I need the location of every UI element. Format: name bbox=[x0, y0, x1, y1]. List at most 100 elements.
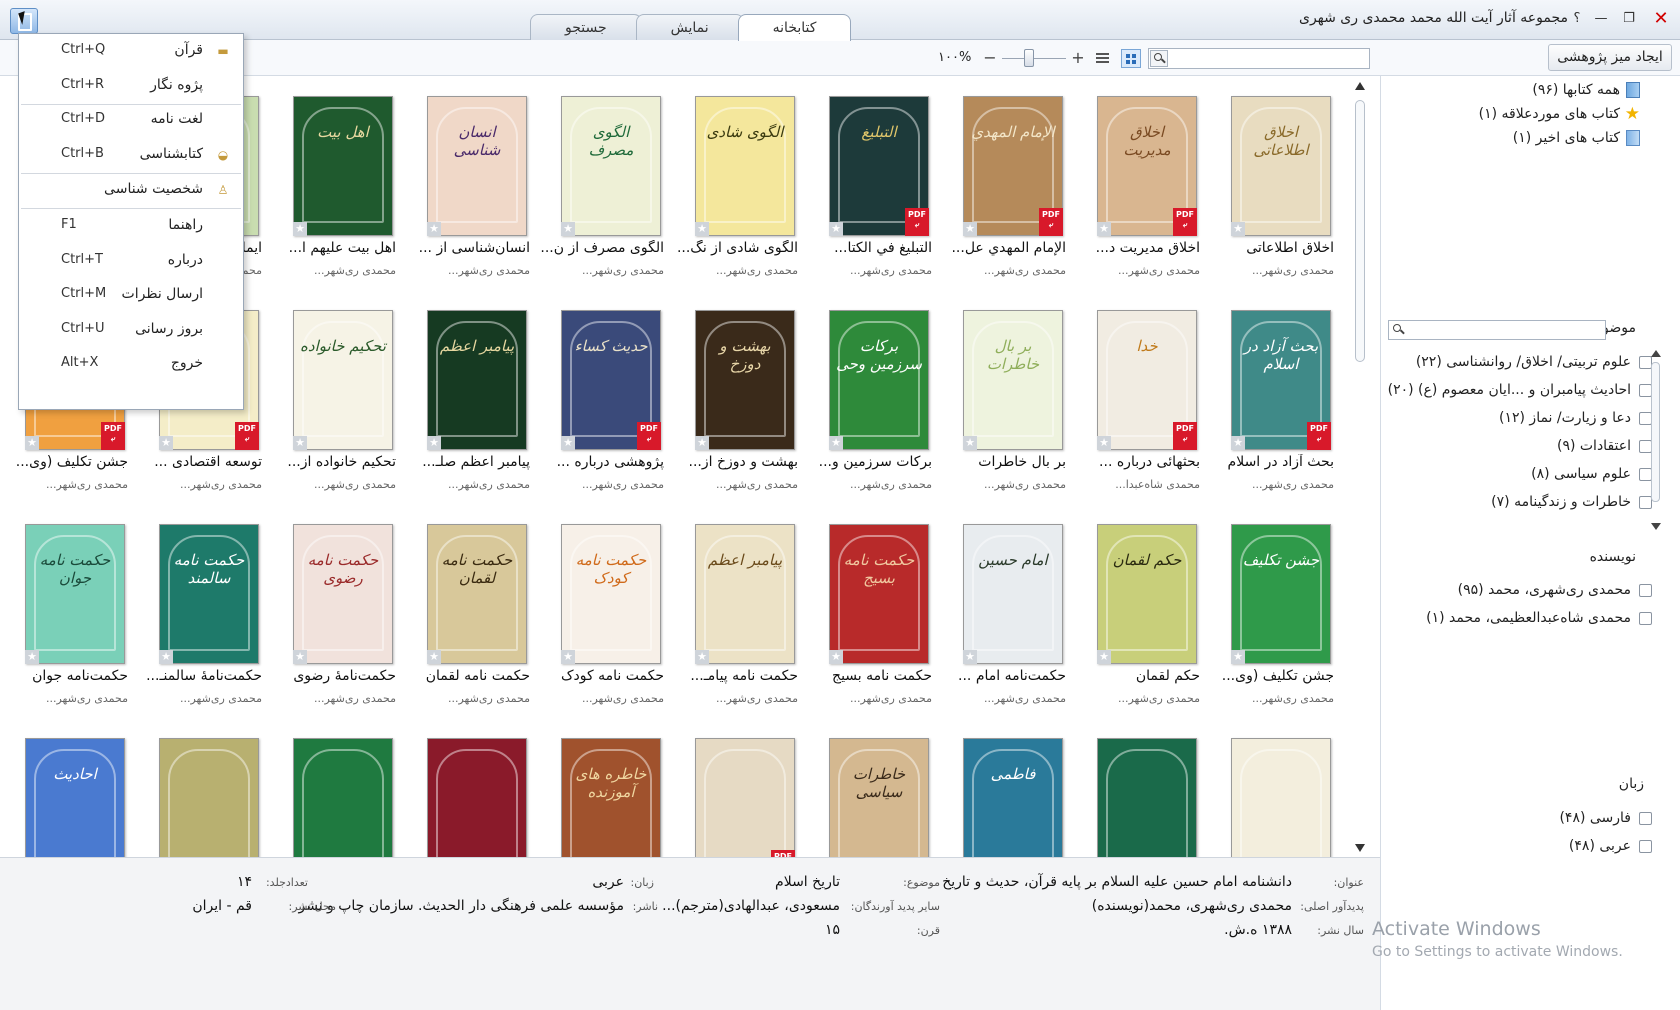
favorite-star-icon[interactable]: ★ bbox=[963, 436, 977, 450]
book-cover[interactable] bbox=[293, 738, 393, 857]
favorite-star-icon[interactable]: ★ bbox=[159, 650, 173, 664]
book-item[interactable]: برکات سرزمین وحی ★ برکات سرزمین و... محمدی … bbox=[808, 290, 938, 500]
favorite-star-icon[interactable]: ★ bbox=[963, 222, 977, 236]
favorite-star-icon[interactable]: ★ bbox=[159, 436, 173, 450]
book-cover[interactable] bbox=[695, 738, 795, 857]
book-item[interactable] bbox=[1210, 718, 1340, 857]
favorite-star-icon[interactable]: ★ bbox=[561, 650, 575, 664]
scroll-thumb[interactable] bbox=[1651, 362, 1660, 502]
book-item[interactable]: فاطمی bbox=[942, 718, 1072, 857]
sidebar-item-recent[interactable]: کتاب های اخیر (۱) bbox=[1513, 130, 1640, 146]
book-cover[interactable]: حکمت نامه لقمان bbox=[427, 524, 527, 664]
book-cover[interactable]: حکمت نامه سالمند bbox=[159, 524, 259, 664]
menu-item[interactable]: شخصیت شناسی ♙ bbox=[19, 173, 243, 207]
favorite-star-icon[interactable]: ★ bbox=[293, 222, 307, 236]
checkbox[interactable] bbox=[1639, 611, 1652, 625]
book-cover[interactable]: جشن تکلیف bbox=[1231, 524, 1331, 664]
subject-filter-item[interactable]: علوم سیاسی (۸) bbox=[1531, 466, 1652, 482]
grid-scrollbar[interactable] bbox=[1353, 78, 1367, 856]
book-item[interactable]: الگوی مصرف ★ الگوی مصرف از ن... محمدی ری‌شه… bbox=[540, 76, 670, 286]
sidebar-item-all-books[interactable]: همه کتابها (۹۶) bbox=[1532, 82, 1640, 98]
zoom-in-button[interactable]: + bbox=[1070, 49, 1086, 67]
book-item[interactable]: الگوی شادی ★ الگوی شادی از نگ... محمدی ری‌ش… bbox=[674, 76, 804, 286]
menu-item[interactable]: پژوه نگار Ctrl+R bbox=[19, 69, 243, 103]
menu-item[interactable]: بروز رسانی Ctrl+U bbox=[19, 313, 243, 347]
book-item[interactable]: حکمت نامه جوان ★ حکمت‌نامه جوان محمدی ری‌شه… bbox=[4, 504, 134, 714]
book-cover[interactable]: حکم لقمان bbox=[1097, 524, 1197, 664]
book-item[interactable]: پیامبر اعظم ★ پیامبر اعظم صلـ... محمدی ری‌ش… bbox=[406, 290, 536, 500]
favorite-star-icon[interactable]: ★ bbox=[1231, 436, 1245, 450]
book-item[interactable]: حکمت نامه رضوی ★ حکمت‌نامهٔ رضوی محمدی ری‌ش… bbox=[272, 504, 402, 714]
book-cover[interactable]: حکمت نامه رضوی bbox=[293, 524, 393, 664]
scroll-up-icon[interactable] bbox=[1355, 82, 1365, 90]
zoom-slider-track[interactable] bbox=[1002, 58, 1066, 59]
book-cover[interactable]: بهشت و دوزخ bbox=[695, 310, 795, 450]
book-item[interactable] bbox=[1076, 718, 1206, 857]
subject-scrollbar[interactable] bbox=[1650, 350, 1662, 530]
favorite-star-icon[interactable]: ★ bbox=[829, 222, 843, 236]
subject-filter-item[interactable]: علوم تربیتی/ اخلاق/ روانشناسی (۲۲) bbox=[1416, 354, 1652, 370]
book-cover[interactable]: اهل بیت bbox=[293, 96, 393, 236]
book-item[interactable]: بر بال خاطرات ★ بر بال خاطرات محمدی ری‌شهر.… bbox=[942, 290, 1072, 500]
tab-display[interactable]: نمایش bbox=[635, 14, 744, 40]
create-research-desk-button[interactable]: ایجاد میز پژوهشی bbox=[1548, 44, 1672, 71]
favorite-star-icon[interactable]: ★ bbox=[561, 436, 575, 450]
grid-view-icon[interactable] bbox=[1121, 49, 1141, 68]
checkbox[interactable] bbox=[1639, 839, 1652, 853]
book-cover[interactable]: برکات سرزمین وحی bbox=[829, 310, 929, 450]
author-filter-item[interactable]: محمدی شاه‌عبدالعظیمی، محمد (۱) bbox=[1426, 610, 1652, 626]
book-item[interactable]: حکمت نامه کودک ★ حکمت نامه کودک محمدی ری‌شه… bbox=[540, 504, 670, 714]
book-cover[interactable]: اخلاق اطلاعاتی bbox=[1231, 96, 1331, 236]
book-item[interactable] bbox=[138, 718, 268, 857]
menu-item[interactable]: راهنما F1 bbox=[19, 209, 243, 243]
subject-filter-item[interactable]: احادیث پیامبران و ...ایان معصوم (ع) (۲۰) bbox=[1388, 382, 1652, 398]
sidebar-item-favorites[interactable]: ★ کتاب های موردعلاقه (۱) bbox=[1479, 106, 1640, 123]
favorite-star-icon[interactable]: ★ bbox=[695, 222, 709, 236]
tab-search[interactable]: جستجو bbox=[530, 14, 642, 40]
book-item[interactable]: تحکیم خانواده ★ تحکیم خانواده از... محمدی ر… bbox=[272, 290, 402, 500]
subject-filter-item[interactable]: خاطرات و زندگینامه (۷) bbox=[1491, 494, 1652, 510]
book-cover[interactable] bbox=[427, 738, 527, 857]
book-item[interactable]: الإمام المهدي ★ PDF ⤶ الإمام المهدي عل... محم… bbox=[942, 76, 1072, 286]
checkbox[interactable] bbox=[1639, 811, 1652, 825]
book-cover[interactable]: پیامبر اعظم bbox=[695, 524, 795, 664]
book-item[interactable]: PDF⤶ bbox=[674, 718, 804, 857]
favorite-star-icon[interactable]: ★ bbox=[1097, 222, 1111, 236]
book-cover[interactable]: انسان شناسی bbox=[427, 96, 527, 236]
language-filter-item[interactable]: فارسی (۴۸) bbox=[1559, 810, 1652, 826]
book-cover[interactable]: پیامبر اعظم bbox=[427, 310, 527, 450]
book-item[interactable]: حکم لقمان ★ حکم لقمان محمدی ری‌شهر... bbox=[1076, 504, 1206, 714]
menu-item[interactable]: کتابشناسی Ctrl+B ◒ bbox=[19, 138, 243, 172]
book-cover[interactable]: الگوی مصرف bbox=[561, 96, 661, 236]
menu-item[interactable]: درباره Ctrl+T bbox=[19, 244, 243, 278]
language-filter-item[interactable]: عربی (۴۸) bbox=[1569, 838, 1652, 854]
book-cover[interactable]: الگوی شادی bbox=[695, 96, 795, 236]
book-item[interactable] bbox=[272, 718, 402, 857]
book-cover[interactable] bbox=[159, 738, 259, 857]
favorite-star-icon[interactable]: ★ bbox=[963, 650, 977, 664]
book-cover[interactable]: تحکیم خانواده bbox=[293, 310, 393, 450]
favorite-star-icon[interactable]: ★ bbox=[25, 650, 39, 664]
book-cover[interactable]: خاطره های آموزنده bbox=[561, 738, 661, 857]
book-item[interactable]: حکمت نامه لقمان ★ حکمت نامه لقمان محمدی ری‌… bbox=[406, 504, 536, 714]
favorite-star-icon[interactable]: ★ bbox=[829, 650, 843, 664]
book-item[interactable]: اهل بیت ★ اهل بیت علیهم ا... محمدی ری‌شهر..… bbox=[272, 76, 402, 286]
subject-search-input[interactable] bbox=[1388, 320, 1606, 340]
favorite-star-icon[interactable]: ★ bbox=[293, 436, 307, 450]
favorite-star-icon[interactable]: ★ bbox=[1231, 222, 1245, 236]
favorite-star-icon[interactable]: ★ bbox=[695, 650, 709, 664]
menu-item[interactable]: لغت نامه Ctrl+D bbox=[19, 103, 243, 137]
favorite-star-icon[interactable]: ★ bbox=[25, 436, 39, 450]
search-icon[interactable] bbox=[1390, 322, 1406, 338]
favorite-star-icon[interactable]: ★ bbox=[427, 222, 441, 236]
book-item[interactable]: التبليغ ★ PDF ⤶ التبليغ في الكتا... محمدی ری‌… bbox=[808, 76, 938, 286]
list-view-icon[interactable] bbox=[1093, 49, 1113, 68]
menu-item[interactable]: قرآن Ctrl+Q ▬ bbox=[19, 34, 243, 68]
book-item[interactable]: حکمت نامه بسیج ★ حکمت نامه بسیج محمدی ری‌شه… bbox=[808, 504, 938, 714]
scroll-down-icon[interactable] bbox=[1355, 844, 1365, 852]
book-cover[interactable]: حکمت نامه بسیج bbox=[829, 524, 929, 664]
zoom-out-button[interactable]: − bbox=[982, 49, 998, 67]
menu-item[interactable]: خروج Alt+X bbox=[19, 347, 243, 381]
book-item[interactable]: جشن تکلیف ★ جشن تکلیف (وی... محمدی ری‌شهر..… bbox=[1210, 504, 1340, 714]
favorite-star-icon[interactable]: ★ bbox=[1097, 650, 1111, 664]
